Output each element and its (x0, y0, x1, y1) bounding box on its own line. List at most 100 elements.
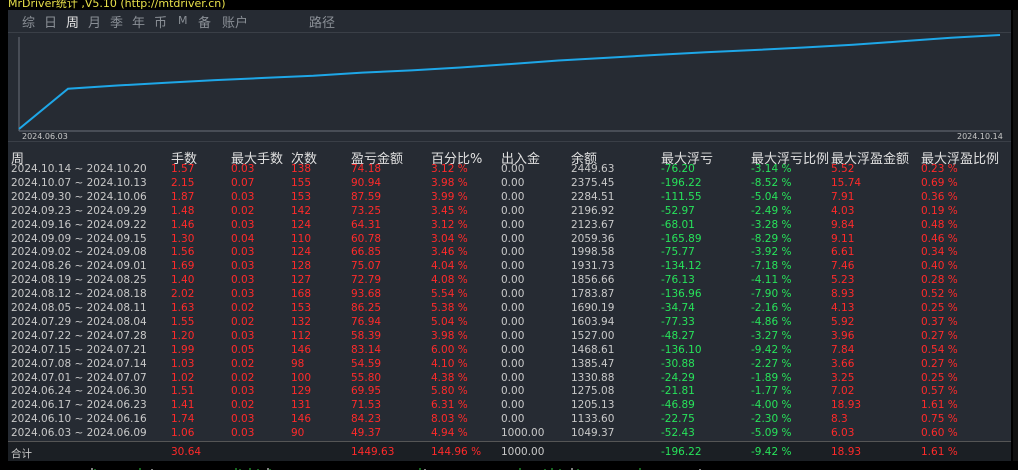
table-row[interactable]: 2024.07.22 ~ 2024.07.28 1.20 0.03 112 58.39 3… (8, 330, 1011, 343)
cell-max-drawdown: -111.55 (661, 190, 702, 203)
total-lots: 30.64 (171, 446, 202, 458)
table-row[interactable]: 2024.09.23 ~ 2024.09.29 1.48 0.02 142 73.25 3… (8, 205, 1011, 218)
tab-year[interactable]: 年 (132, 12, 145, 31)
table-row[interactable]: 2024.07.15 ~ 2024.07.21 1.99 0.05 146 83.14 6… (8, 344, 1011, 357)
tab-m[interactable]: M (178, 14, 188, 27)
total-deposit: 1000.00 (501, 446, 545, 458)
table-row[interactable]: 2024.07.29 ~ 2024.08.04 1.55 0.02 132 76.94 5… (8, 316, 1011, 329)
cell-pnl: 84.23 (351, 413, 382, 426)
cell-max-profit-pct: 0.75 % (921, 413, 958, 426)
tab-currency[interactable]: 币 (154, 12, 167, 31)
cell-week: 2024.07.22 ~ 2024.07.28 (11, 329, 147, 342)
tab-account[interactable]: 账户 (222, 12, 248, 31)
cell-balance: 1690.19 (571, 302, 615, 314)
table-row[interactable]: 2024.08.05 ~ 2024.08.11 1.63 0.02 153 86.25 5… (8, 302, 1011, 315)
cell-max-lots: 0.03 (231, 246, 255, 259)
tab-quarter[interactable]: 季 (110, 12, 123, 31)
cell-max-drawdown-pct: -2.16 % (751, 302, 792, 314)
cell-max-profit: 7.02 (831, 385, 855, 398)
cell-percent: 3.12 % (431, 218, 468, 231)
cell-percent: 3.45 % (431, 204, 468, 217)
cell-max-lots: 0.07 (231, 176, 255, 189)
cell-deposit: 0.00 (501, 190, 525, 203)
table-row[interactable]: 2024.10.14 ~ 2024.10.20 1.57 0.03 138 74.18 3… (8, 163, 1011, 176)
cell-count: 138 (291, 163, 312, 175)
cell-lots: 1.74 (171, 413, 195, 426)
cell-week: 2024.06.17 ~ 2024.06.23 (11, 399, 147, 412)
cell-max-drawdown-pct: -2.49 % (751, 204, 792, 217)
cell-pnl: 58.39 (351, 329, 382, 342)
cell-pnl: 49.37 (351, 427, 382, 440)
cell-max-drawdown: -34.74 (661, 302, 695, 314)
total-max-profit: 18.93 (831, 446, 862, 458)
vertical-scrollbar[interactable] (1013, 10, 1018, 461)
cell-max-lots: 0.02 (231, 315, 255, 328)
cell-deposit: 1000.00 (501, 427, 545, 440)
table-row[interactable]: 2024.06.03 ~ 2024.06.09 1.06 0.03 90 49.37 4.… (8, 427, 1011, 440)
cell-max-profit: 6.61 (831, 246, 855, 259)
cell-deposit: 0.00 (501, 399, 525, 412)
table-row[interactable]: 2024.09.09 ~ 2024.09.15 1.30 0.04 110 60.78 3… (8, 233, 1011, 246)
cell-max-profit: 7.84 (831, 343, 855, 356)
cell-percent: 6.00 % (431, 343, 468, 356)
cell-max-lots: 0.03 (231, 413, 255, 426)
tab-month[interactable]: 月 (88, 12, 101, 31)
cell-pnl: 76.94 (351, 315, 382, 328)
cell-max-drawdown: -196.22 (661, 176, 702, 189)
cell-count: 168 (291, 288, 312, 301)
table-row[interactable]: 2024.07.08 ~ 2024.07.14 1.03 0.02 98 54.59 4.… (8, 358, 1011, 371)
tab-backup[interactable]: 备 (198, 12, 211, 31)
table-row[interactable]: 2024.09.30 ~ 2024.10.06 1.87 0.03 153 87.59 3… (8, 191, 1011, 204)
bottom-strip (0, 461, 1018, 470)
table-row[interactable]: 2024.08.12 ~ 2024.08.18 2.02 0.03 168 93.68 5… (8, 288, 1011, 301)
cell-count: 146 (291, 413, 312, 426)
cell-lots: 1.06 (171, 427, 195, 440)
cell-count: 153 (291, 190, 312, 203)
cell-max-lots: 0.03 (231, 190, 255, 203)
tab-path[interactable]: 路径 (309, 12, 335, 31)
cell-max-drawdown-pct: -2.30 % (751, 413, 792, 426)
cell-max-drawdown: -77.33 (661, 315, 695, 328)
table-row[interactable]: 2024.07.01 ~ 2024.07.07 1.02 0.02 100 55.80 4… (8, 372, 1011, 385)
cell-percent: 3.12 % (431, 163, 468, 175)
cell-count: 124 (291, 218, 312, 231)
cell-week: 2024.09.16 ~ 2024.09.22 (11, 218, 147, 231)
cell-week: 2024.06.24 ~ 2024.06.30 (11, 385, 147, 398)
cell-max-profit: 5.23 (831, 274, 855, 287)
cell-max-drawdown: -46.89 (661, 399, 695, 412)
tab-week[interactable]: 周 (66, 12, 79, 31)
cell-balance: 1856.66 (571, 274, 615, 287)
table-row[interactable]: 2024.08.26 ~ 2024.09.01 1.69 0.03 128 75.07 4… (8, 260, 1011, 273)
cell-max-drawdown-pct: -8.52 % (751, 176, 792, 189)
cell-max-drawdown: -68.01 (661, 218, 695, 231)
cell-percent: 5.38 % (431, 302, 468, 314)
table-row[interactable]: 2024.09.16 ~ 2024.09.22 1.46 0.03 124 64.31 3… (8, 219, 1011, 232)
table-row[interactable]: 2024.10.07 ~ 2024.10.13 2.15 0.07 155 90.94 3… (8, 177, 1011, 190)
table-row[interactable]: 2024.06.24 ~ 2024.06.30 1.51 0.03 129 69.95 5… (8, 385, 1011, 398)
cell-max-drawdown-pct: -3.27 % (751, 329, 792, 342)
cell-max-drawdown: -30.88 (661, 357, 695, 370)
cell-max-lots: 0.02 (231, 204, 255, 217)
cell-percent: 5.04 % (431, 315, 468, 328)
cell-pnl: 72.79 (351, 274, 382, 287)
table-row[interactable]: 2024.06.10 ~ 2024.06.16 1.74 0.03 146 84.23 8… (8, 413, 1011, 426)
table-row[interactable]: 2024.06.17 ~ 2024.06.23 1.41 0.02 131 71.53 6… (8, 399, 1011, 412)
cell-percent: 4.04 % (431, 260, 468, 273)
cell-lots: 1.02 (171, 371, 195, 384)
cell-balance: 1931.73 (571, 260, 615, 273)
cell-max-drawdown: -76.13 (661, 274, 695, 287)
table-row[interactable]: 2024.09.02 ~ 2024.09.08 1.56 0.03 124 66.85 3… (8, 246, 1011, 259)
cell-max-profit-pct: 0.28 % (921, 274, 958, 287)
table-row[interactable]: 2024.08.19 ~ 2024.08.25 1.40 0.03 127 72.79 4… (8, 274, 1011, 287)
cell-week: 2024.09.09 ~ 2024.09.15 (11, 232, 147, 245)
cell-lots: 1.87 (171, 190, 195, 203)
cell-lots: 1.63 (171, 302, 195, 314)
cell-count: 90 (291, 427, 305, 440)
cell-max-profit: 18.93 (831, 399, 862, 412)
tab-summary[interactable]: 综 (22, 12, 35, 31)
cell-max-drawdown-pct: -4.00 % (751, 399, 792, 412)
cell-balance: 1998.58 (571, 246, 615, 259)
tab-day[interactable]: 日 (44, 12, 57, 31)
cell-lots: 1.69 (171, 260, 195, 273)
cell-count: 128 (291, 260, 312, 273)
